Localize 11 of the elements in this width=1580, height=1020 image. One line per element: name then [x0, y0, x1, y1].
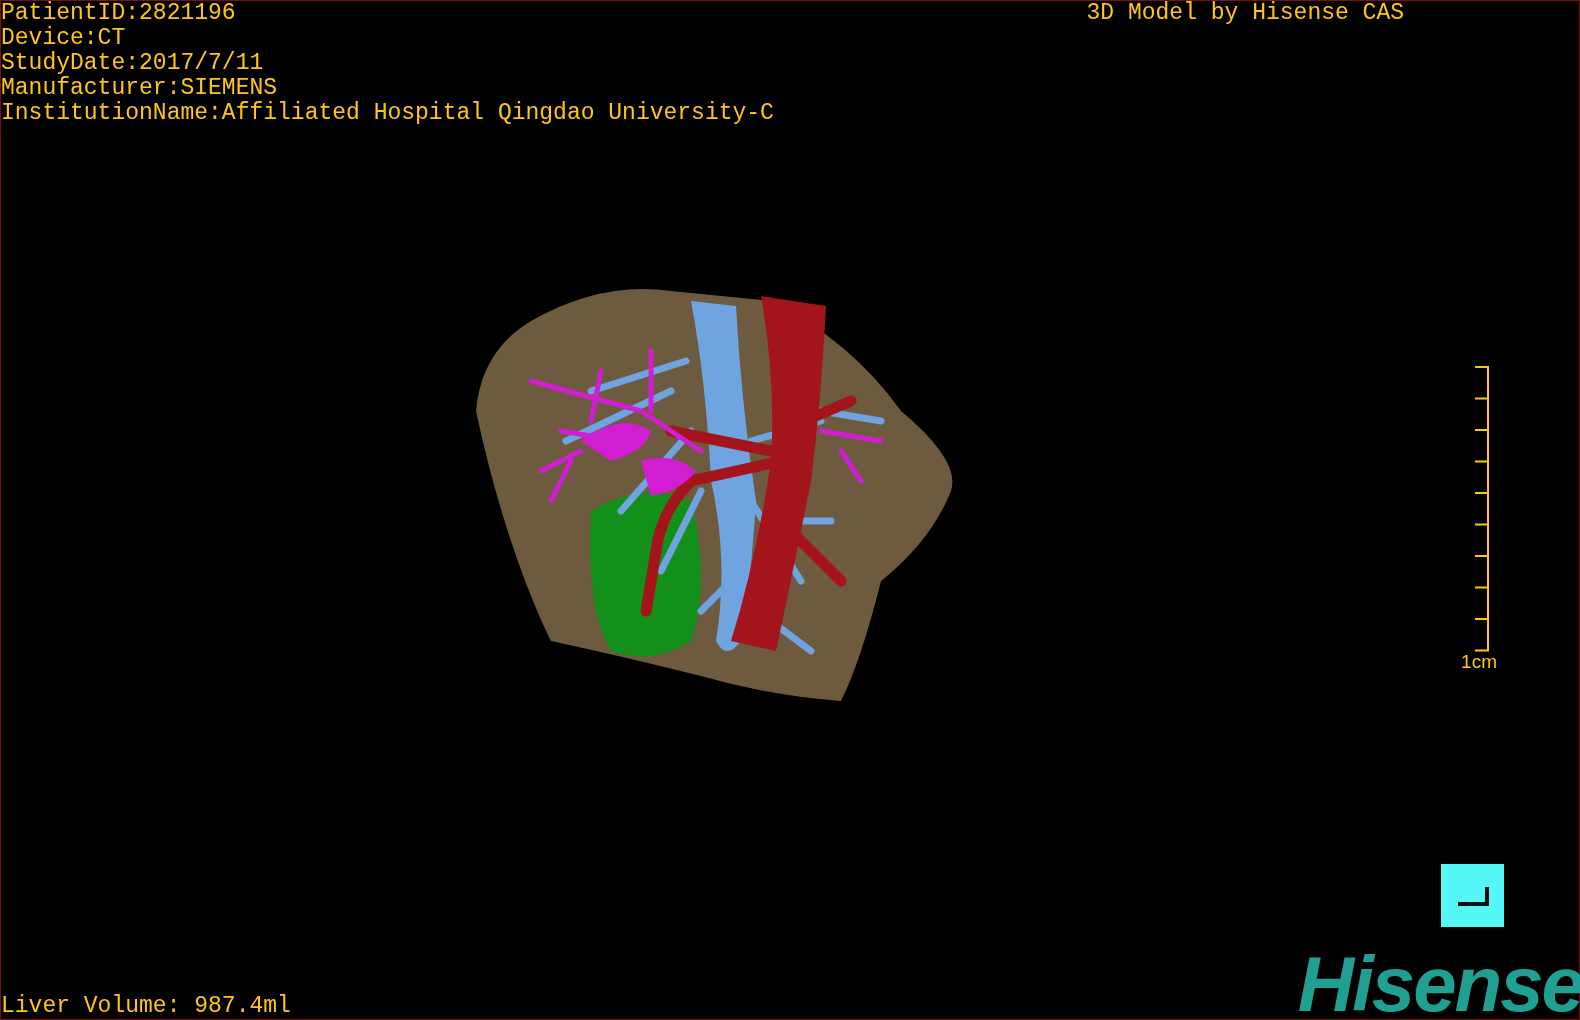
info-line: PatientID:2821196	[1, 1, 237, 26]
liver-volume-text: Liver Volume: 987.4ml	[1, 994, 291, 1019]
corner-icon	[1455, 884, 1490, 907]
viewer-title: 3D Model by Hisense CAS	[1086, 1, 1404, 28]
info-line: StudyDate:2017/7/11	[1, 51, 265, 76]
scale-bar-icon	[1473, 366, 1491, 652]
scale-label: 1cm	[1461, 652, 1497, 672]
info-line: Device:CT	[1, 26, 127, 51]
view-corner-button[interactable]	[1441, 864, 1504, 927]
info-line: Manufacturer:SIEMENS	[1, 76, 279, 101]
info-line: InstitutionName:Affiliated Hospital Qingdao University-C	[1, 101, 774, 126]
